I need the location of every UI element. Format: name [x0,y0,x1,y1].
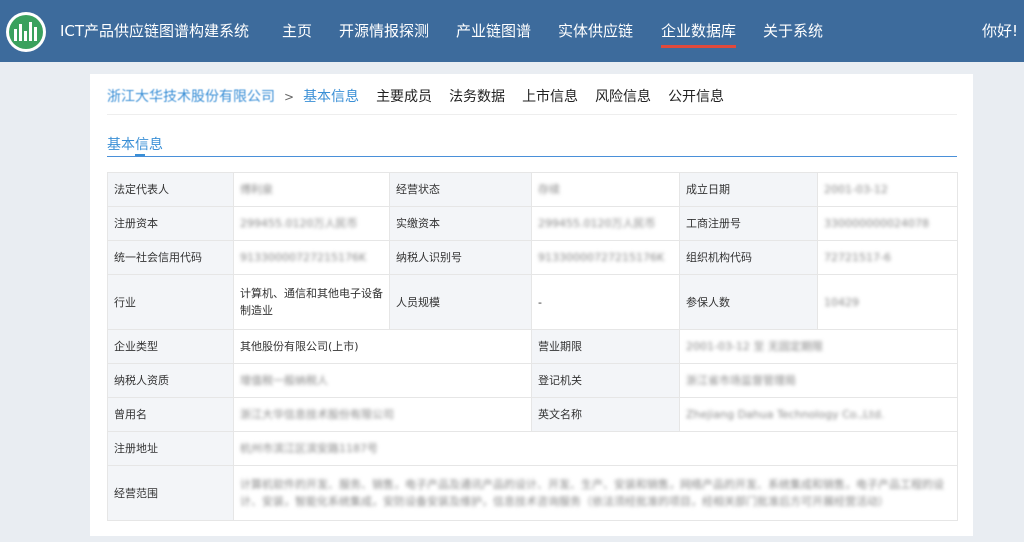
nav-home[interactable]: 主页 [282,20,312,41]
field-value: 增值税一般纳税人 [233,363,532,398]
field-value: 2001-03-12 至 无固定期限 [679,329,958,364]
app-title: ICT产品供应链图谱构建系统 [60,22,250,40]
enterprise-detail-card: 浙江大华技术股份有限公司 > 基本信息 主要成员 法务数据 上市信息 风险信息 公开信息 基本… [90,74,973,536]
tab-listing-info[interactable]: 上市信息 [522,86,578,106]
field-value: 存续 [531,172,680,207]
field-label: 经营状态 [389,172,532,207]
field-label: 英文名称 [531,397,680,432]
field-label: 人员规模 [389,274,532,330]
nav-entity-supply-chain[interactable]: 实体供应链 [558,20,633,41]
field-value: 299455.0120万人民币 [531,206,680,241]
field-value: Zhejiang Dahua Technology Co.,Ltd. [679,397,958,432]
field-label: 登记机关 [531,363,680,398]
table-row: 纳税人资质 增值税一般纳税人 登记机关 浙江省市场监督管理局 [107,363,958,398]
tab-risk-info[interactable]: 风险信息 [595,86,651,106]
field-value: 330000000024078 [817,206,958,241]
field-value: - [531,274,680,330]
field-label: 纳税人资质 [107,363,234,398]
field-label: 统一社会信用代码 [107,240,234,275]
app-logo[interactable] [6,12,46,52]
field-value: 2001-03-12 [817,172,958,207]
field-label: 企业类型 [107,329,234,364]
field-label: 曾用名 [107,397,234,432]
field-label: 注册资本 [107,206,234,241]
field-value: 杭州市滨江区滨安路1187号 [233,431,958,466]
field-label: 参保人数 [679,274,818,330]
field-label: 法定代表人 [107,172,234,207]
field-value: 浙江省市场监督管理局 [679,363,958,398]
field-label: 实缴资本 [389,206,532,241]
field-value: 计算机、通信和其他电子设备制造业 [233,274,390,330]
breadcrumb-company[interactable]: 浙江大华技术股份有限公司 [107,86,275,106]
field-value: 91330000727215176K [531,240,680,275]
detail-subnav: 浙江大华技术股份有限公司 > 基本信息 主要成员 法务数据 上市信息 风险信息 公开信息 [107,86,741,108]
section-divider [107,156,957,157]
field-label: 营业期限 [531,329,680,364]
breadcrumb-separator: > [284,90,295,104]
bar-chart-icon [14,22,37,41]
table-row: 法定代表人 傅利泉 经营状态 存续 成立日期 2001-03-12 [107,172,958,207]
field-label: 成立日期 [679,172,818,207]
table-row: 经营范围 计算机软件的开发、服务、销售，电子产品及通讯产品的设计、开发、生产、安… [107,465,958,521]
field-value: 傅利泉 [233,172,390,207]
table-row: 注册地址 杭州市滨江区滨安路1187号 [107,431,958,466]
nav-about[interactable]: 关于系统 [763,20,823,41]
field-label: 经营范围 [107,465,234,521]
field-label: 组织机构代码 [679,240,818,275]
section-title: 基本信息 [107,134,163,156]
field-value: 10429 [817,274,958,330]
tab-key-members[interactable]: 主要成员 [376,86,432,106]
nav-osint-detection[interactable]: 开源情报探测 [339,20,429,41]
field-label: 注册地址 [107,431,234,466]
field-value: 72721517-6 [817,240,958,275]
top-navigation-bar: ICT产品供应链图谱构建系统 主页 开源情报探测 产业链图谱 实体供应链 企业数… [0,0,1024,62]
field-label: 纳税人识别号 [389,240,532,275]
nav-enterprise-database[interactable]: 企业数据库 [661,20,737,48]
user-greeting[interactable]: 你好! [982,20,1018,41]
field-label: 行业 [107,274,234,330]
table-row: 注册资本 299455.0120万人民币 实缴资本 299455.0120万人民… [107,206,958,241]
table-row: 曾用名 浙江大华信息技术股份有限公司 英文名称 Zhejiang Dahua T… [107,397,958,432]
field-value: 计算机软件的开发、服务、销售，电子产品及通讯产品的设计、开发、生产、安装和销售，… [233,465,958,521]
tab-legal-data[interactable]: 法务数据 [449,86,505,106]
tab-basic-info[interactable]: 基本信息 [303,86,359,106]
table-row: 行业 计算机、通信和其他电子设备制造业 人员规模 - 参保人数 10429 [107,274,958,330]
field-value: 91330000727215176K [233,240,390,275]
field-label: 工商注册号 [679,206,818,241]
table-row: 统一社会信用代码 91330000727215176K 纳税人识别号 91330… [107,240,958,275]
field-value: 浙江大华信息技术股份有限公司 [233,397,532,432]
field-value: 其他股份有限公司(上市) [233,329,532,364]
field-value: 299455.0120万人民币 [233,206,390,241]
basic-info-table: 法定代表人 傅利泉 经营状态 存续 成立日期 2001-03-12 注册资本 2… [107,172,958,521]
subnav-divider [107,114,957,115]
tab-public-info[interactable]: 公开信息 [668,86,724,106]
nav-industry-chain-graph[interactable]: 产业链图谱 [456,20,531,41]
table-row: 企业类型 其他股份有限公司(上市) 营业期限 2001-03-12 至 无固定期… [107,329,958,364]
